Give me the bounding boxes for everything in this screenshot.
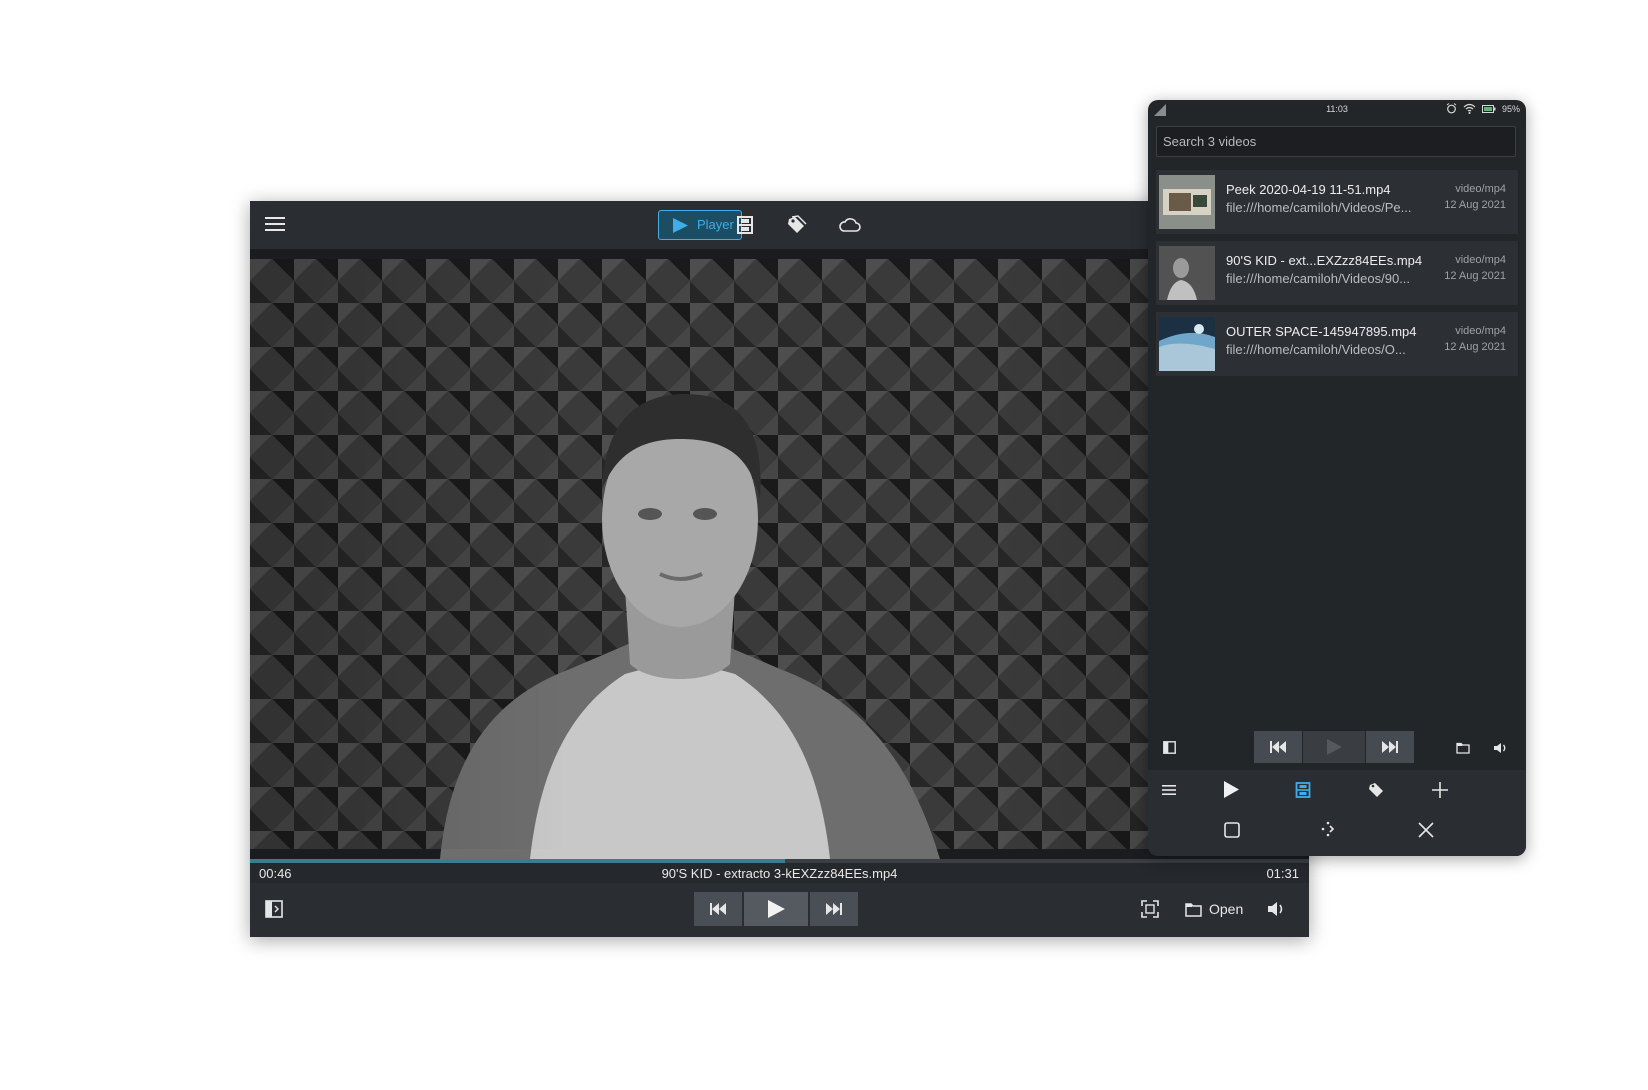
next-button[interactable] <box>1366 731 1414 763</box>
tab-player[interactable]: Player <box>658 210 742 240</box>
video-path: file:///home/camiloh/Videos/90... <box>1226 271 1411 286</box>
list-item[interactable]: Peek 2020-04-19 11-51.mp4 file:///home/c… <box>1156 170 1518 234</box>
tab-player-label: Player <box>697 217 734 232</box>
video-thumbnail <box>1159 175 1215 229</box>
play-button[interactable] <box>744 892 808 926</box>
video-date: 12 Aug 2021 <box>1444 199 1506 211</box>
video-list: Peek 2020-04-19 11-51.mp4 file:///home/c… <box>1156 170 1518 383</box>
menu-icon[interactable] <box>1162 784 1176 796</box>
seek-bar[interactable] <box>250 859 1309 863</box>
video-name: 90'S KID - ext...EXZzz84EEs.mp4 <box>1226 253 1423 268</box>
list-item[interactable]: OUTER SPACE-145947895.mp4 file:///home/c… <box>1156 312 1518 376</box>
cloud-icon[interactable] <box>838 213 862 237</box>
menu-icon[interactable] <box>262 214 288 236</box>
open-button-label: Open <box>1209 901 1244 917</box>
close-icon[interactable] <box>1418 822 1434 838</box>
phone-transport-controls <box>1254 731 1414 763</box>
skip-previous-icon <box>1270 741 1286 753</box>
video-mime: video/mp4 <box>1455 183 1506 195</box>
selection-mode-icon[interactable] <box>1320 821 1336 837</box>
video-name: Peek 2020-04-19 11-51.mp4 <box>1226 182 1391 197</box>
battery-icon <box>1481 104 1496 113</box>
seek-bar-fill <box>250 859 785 863</box>
tags-icon[interactable] <box>1368 781 1386 799</box>
video-path: file:///home/camiloh/Videos/O... <box>1226 342 1406 357</box>
video-mime: video/mp4 <box>1455 325 1506 337</box>
previous-button[interactable] <box>1254 731 1302 763</box>
volume-icon[interactable] <box>1493 741 1509 755</box>
video-mime: video/mp4 <box>1455 254 1506 266</box>
next-button[interactable] <box>810 892 858 926</box>
skip-previous-icon <box>710 903 726 915</box>
play-icon <box>673 218 688 233</box>
video-date: 12 Aug 2021 <box>1444 270 1506 282</box>
film-strip-icon[interactable] <box>1295 782 1311 798</box>
skip-next-icon <box>1382 741 1398 753</box>
play-icon[interactable] <box>1223 781 1239 798</box>
mobile-window: 11:03 95% Peek 2020-04-19 11-51.mp4 file… <box>1148 100 1526 856</box>
wifi-icon <box>1463 103 1476 114</box>
stop-icon[interactable] <box>1224 822 1240 838</box>
folder-icon <box>1185 902 1202 917</box>
video-thumbnail <box>1159 246 1215 300</box>
transport-controls <box>694 892 858 926</box>
play-icon <box>1327 739 1342 755</box>
player-controls-bar: Open <box>250 883 1309 937</box>
volume-icon[interactable] <box>1266 899 1286 919</box>
sidebar-toggle-icon[interactable] <box>1163 741 1176 754</box>
video-path: file:///home/camiloh/Videos/Pe... <box>1226 200 1412 215</box>
fullscreen-icon[interactable] <box>1141 900 1159 918</box>
sidebar-toggle-icon[interactable] <box>265 900 283 918</box>
video-thumbnail <box>1159 317 1215 371</box>
list-item[interactable]: 90'S KID - ext...EXZzz84EEs.mp4 file:///… <box>1156 241 1518 305</box>
search-input[interactable] <box>1156 126 1516 157</box>
video-date: 12 Aug 2021 <box>1444 341 1506 353</box>
open-button[interactable]: Open <box>1185 898 1243 920</box>
phone-player-controls <box>1148 724 1526 770</box>
alarm-icon <box>1446 103 1457 114</box>
previous-button[interactable] <box>694 892 742 926</box>
battery-level: 95% <box>1501 103 1520 114</box>
total-duration: 01:31 <box>1266 866 1299 881</box>
film-strip-icon[interactable] <box>733 213 757 237</box>
video-person-figure <box>440 394 940 859</box>
phone-bottom-nav <box>1148 770 1526 856</box>
video-name: OUTER SPACE-145947895.mp4 <box>1226 324 1417 339</box>
now-playing-title: 90'S KID - extracto 3-kEXZzz84EEs.mp4 <box>661 866 898 881</box>
status-bar: 11:03 95% <box>1148 100 1526 120</box>
play-button[interactable] <box>1303 731 1365 763</box>
play-icon <box>768 900 785 918</box>
tags-icon[interactable] <box>785 213 809 237</box>
folder-icon[interactable] <box>1456 742 1470 754</box>
skip-next-icon <box>826 903 842 915</box>
add-icon[interactable] <box>1432 782 1448 798</box>
status-icons: 95% <box>1446 103 1520 114</box>
